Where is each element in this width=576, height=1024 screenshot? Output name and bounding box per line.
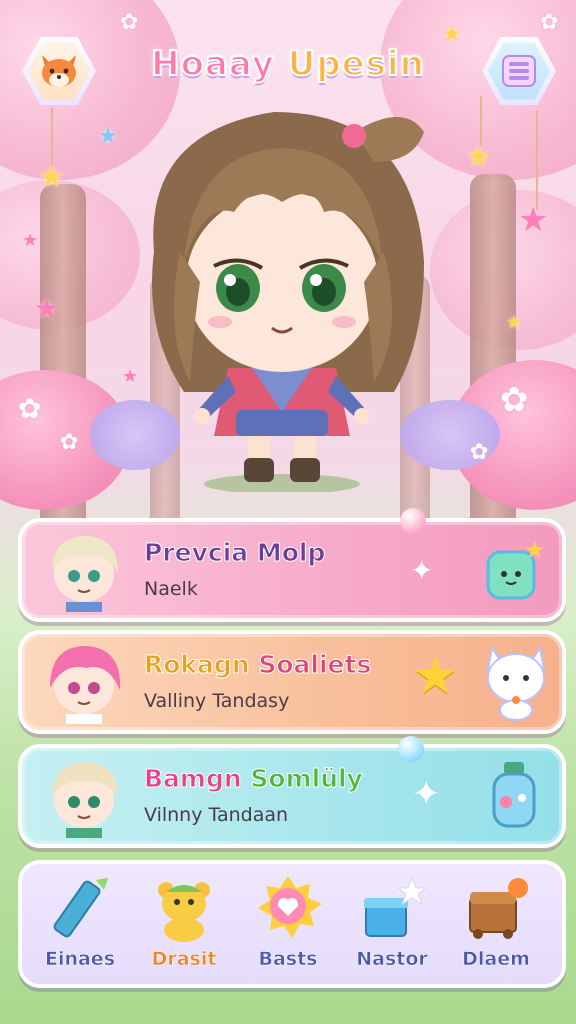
sparkle-icon: ✦ [412,774,441,814]
character-card-1[interactable]: Prevcia Molp Naelk ✦ ★ [18,508,566,622]
slime-jar-icon: ★ [486,536,546,600]
star-icon: ★ [412,646,459,706]
flower-icon: ✿ [18,392,42,425]
character-portrait [50,646,121,724]
crayon-icon [53,878,108,938]
bottom-nav: Einaes Drasit Basts Nastor Dlaem [18,860,566,988]
character-portrait [52,762,118,838]
sparkle-icon: ✦ [410,554,434,587]
nav-label: Drasit [151,948,217,971]
potion-bottle-icon [492,762,536,828]
character-name: Rokagn Soaliets [144,650,372,680]
treasure-chest-icon [469,878,528,939]
flower-icon: ✿ [470,440,489,465]
character-subtitle: Vilnny Tandaan [144,804,289,826]
nav-item-einaes[interactable]: Einaes [30,874,130,978]
teddy-bear-icon [158,882,210,942]
nav-item-dlaem[interactable]: Dlaem [446,874,546,978]
character-name-part-1: Rokagn [144,650,251,680]
hanging-string [480,96,482,146]
nav-item-nastor[interactable]: Nastor [342,874,442,978]
nav-label: Dlaem [462,948,530,971]
sparkle-star-icon: ★ [506,312,523,333]
cat-mascot-icon [486,645,546,721]
hanging-star-icon: ★ [466,140,492,173]
character-card-3[interactable]: Bamgn Somlüly Vilnny Tandaan ✦ [18,736,566,848]
character-subtitle: Valliny Tandasy [144,690,290,712]
hanging-string [536,110,538,210]
character-name-part-2: Soaliets [258,650,372,680]
game-title: Hoaay Upesin [140,43,436,85]
heart-badge-icon [258,876,322,938]
sparkle-star-icon: ★ [22,230,39,251]
character-portrait [52,536,118,612]
title-word-2: Upesin [287,43,425,85]
chibi-character[interactable] [124,92,440,492]
nav-label: Basts [258,948,318,971]
flower-icon: ✿ [60,430,79,455]
nav-item-basts[interactable]: Basts [238,874,338,978]
nav-label: Einaes [44,948,116,971]
character-name: Prevcia Molp [143,538,326,568]
title-word-1: Hoaay [150,43,275,85]
fox-profile-icon [42,55,76,87]
hanging-star-icon: ★ [38,160,65,195]
flower-icon: ✿ [540,10,559,35]
sparkle-star-icon: ★ [98,124,118,149]
bubble-icon [400,508,426,534]
bubble-icon [398,736,424,762]
game-screen: { "header": { "title_part1": "Hoaay", "t… [0,0,576,1024]
character-name-part-2: Somlüly [250,764,363,794]
gift-box-icon [364,876,428,937]
sparkle-star-icon: ★ [442,22,462,47]
nav-label: Nastor [356,948,428,971]
sparkle-star-icon: ★ [34,292,60,325]
menu-icon [502,55,536,87]
character-name: Bamgn Somlüly [144,764,364,794]
character-subtitle: Naelk [144,578,198,600]
svg-text:★: ★ [524,536,546,564]
hanging-star-icon: ★ [518,200,549,240]
character-name-part-1: Bamgn [144,764,243,794]
flower-icon: ✿ [120,10,139,35]
hanging-string [51,108,53,166]
character-card-2[interactable]: Rokagn Soaliets Valliny Tandasy ★ [18,630,566,734]
flower-icon: ✿ [500,380,529,420]
nav-item-drasit[interactable]: Drasit [134,874,234,978]
